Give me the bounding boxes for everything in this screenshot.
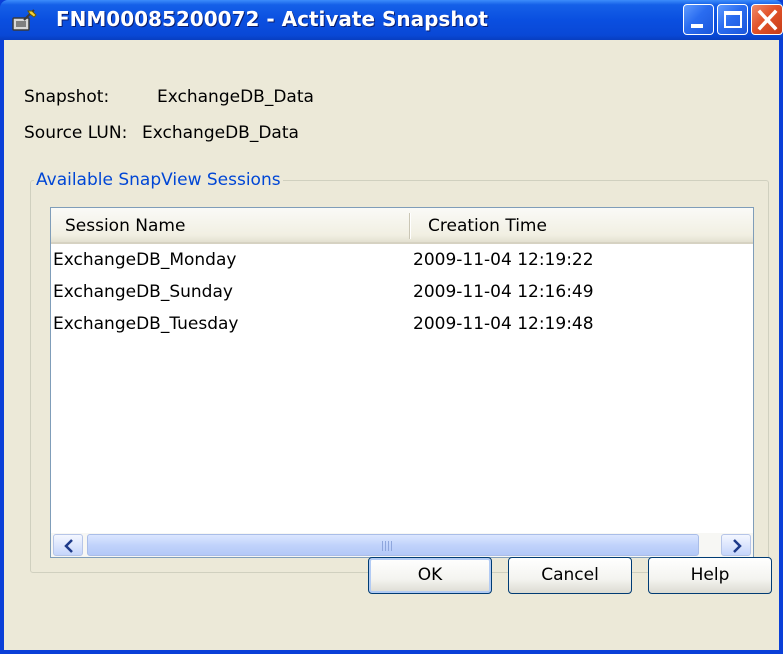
snapshot-label: Snapshot: [24, 87, 110, 107]
grip-icon [381, 541, 395, 551]
minimize-button[interactable] [683, 4, 714, 35]
window-title: FNM00085200072 - Activate Snapshot [56, 7, 488, 31]
snapshot-app-icon [12, 8, 38, 32]
close-icon [757, 9, 778, 31]
column-header-session-name[interactable]: Session Name [65, 216, 185, 238]
scroll-right-button[interactable] [721, 534, 751, 556]
session-name: ExchangeDB_Tuesday [53, 314, 239, 334]
column-divider[interactable] [409, 213, 411, 239]
maximize-button[interactable] [717, 4, 748, 35]
sessions-group-label: Available SnapView Sessions [34, 170, 283, 190]
horizontal-scrollbar[interactable] [51, 533, 753, 557]
creation-time: 2009-11-04 12:19:48 [413, 314, 594, 334]
source-lun-info: Source LUN: ExchangeDB_Data [24, 123, 299, 145]
creation-time: 2009-11-04 12:16:49 [413, 282, 594, 302]
minimize-icon [691, 24, 703, 28]
list-item[interactable]: ExchangeDB_Tuesday 2009-11-04 12:19:48 [51, 310, 753, 340]
creation-time: 2009-11-04 12:19:22 [413, 250, 594, 270]
chevron-right-icon [733, 539, 742, 553]
scroll-left-button[interactable] [53, 534, 83, 556]
maximize-icon [724, 11, 742, 28]
column-header-creation-time[interactable]: Creation Time [428, 216, 547, 238]
list-header: Session Name Creation Time [51, 208, 753, 244]
cancel-button[interactable]: Cancel [508, 557, 632, 594]
title-bar[interactable]: FNM00085200072 - Activate Snapshot [0, 0, 783, 40]
chevron-left-icon [64, 539, 73, 553]
session-name: ExchangeDB_Monday [53, 250, 237, 270]
session-name: ExchangeDB_Sunday [53, 282, 233, 302]
source-lun-label: Source LUN: [24, 123, 128, 143]
ok-button[interactable]: OK [368, 557, 492, 594]
snapshot-value: ExchangeDB_Data [157, 87, 314, 107]
scrollbar-thumb[interactable] [87, 534, 699, 556]
source-lun-value: ExchangeDB_Data [142, 123, 299, 143]
help-button[interactable]: Help [648, 557, 772, 594]
snapshot-info: Snapshot: ExchangeDB_Data [24, 87, 314, 109]
list-item[interactable]: ExchangeDB_Sunday 2009-11-04 12:16:49 [51, 278, 753, 308]
list-item[interactable]: ExchangeDB_Monday 2009-11-04 12:19:22 [51, 246, 753, 276]
activate-snapshot-dialog: FNM00085200072 - Activate Snapshot Snaps… [0, 0, 783, 654]
sessions-list[interactable]: Session Name Creation Time ExchangeDB_Mo… [50, 207, 754, 558]
close-button[interactable] [751, 4, 783, 35]
